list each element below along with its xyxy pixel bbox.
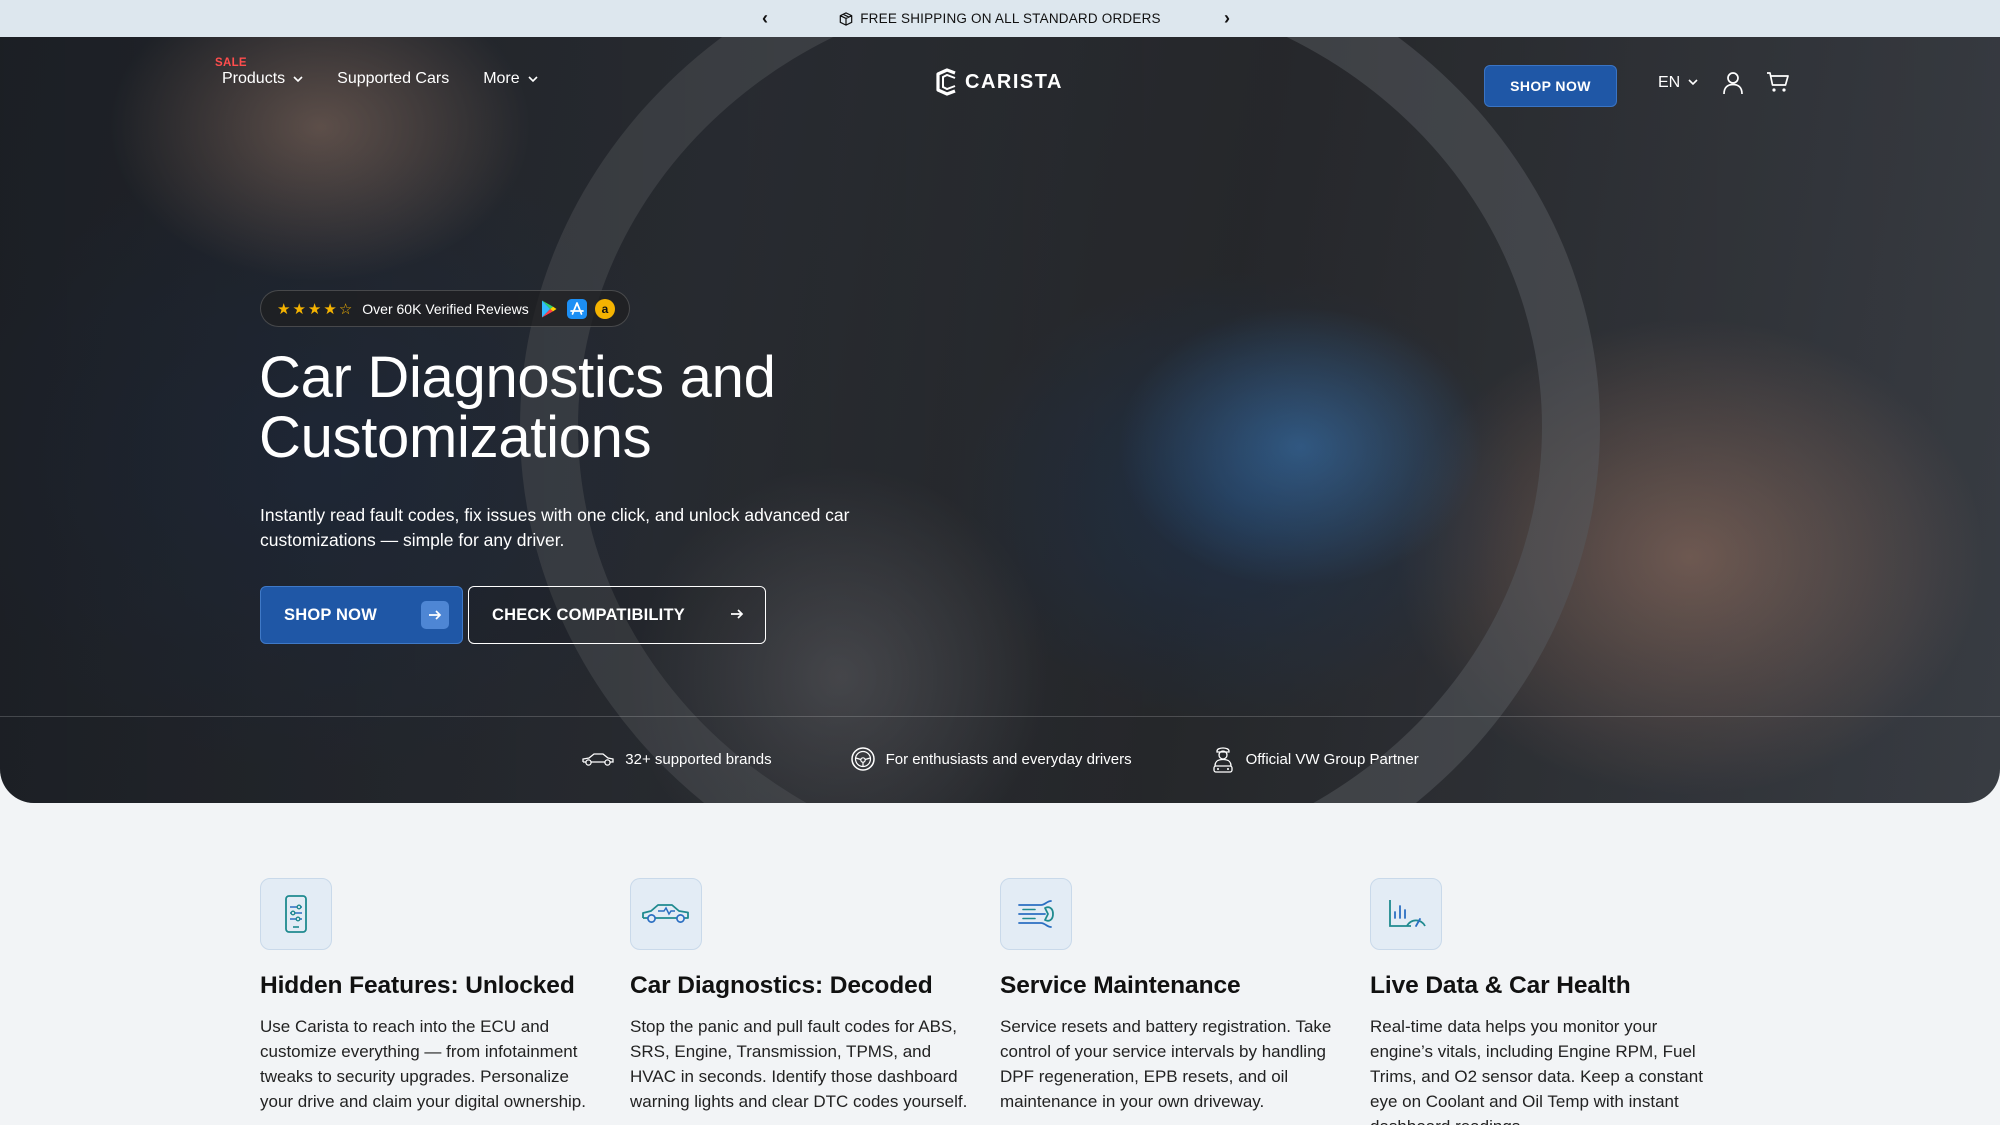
- wrench-icon: [1000, 878, 1072, 950]
- google-play-icon: [541, 300, 557, 317]
- button-label: CHECK COMPATIBILITY: [492, 605, 685, 624]
- svg-text:a: a: [601, 302, 608, 316]
- brand-logo[interactable]: CARISTA: [935, 68, 1063, 96]
- app-store-icon: [566, 298, 587, 319]
- car-diagnostics-icon: [630, 878, 702, 950]
- nav-item-supported-cars[interactable]: Supported Cars: [337, 70, 449, 88]
- feature-description: Stop the panic and pull fault codes for …: [630, 1017, 968, 1111]
- hero-divider: [0, 716, 2000, 717]
- feature-title: Service Maintenance: [1000, 972, 1241, 999]
- steering-wheel-icon: [850, 747, 875, 771]
- star-outline-icon: ☆: [338, 300, 353, 318]
- announcement-message: FREE SHIPPING ON ALL STANDARD ORDERS: [839, 11, 1161, 26]
- announcement-bar: ‹ FREE SHIPPING ON ALL STANDARD ORDERS ›: [0, 0, 2000, 37]
- chevron-down-icon: [293, 74, 303, 86]
- mechanic-icon: [1212, 747, 1233, 773]
- check-compatibility-button[interactable]: CHECK COMPATIBILITY: [468, 586, 766, 644]
- star-icon: ★: [277, 300, 291, 318]
- chevron-down-icon: [528, 74, 538, 86]
- logo-wordmark: CARISTA: [965, 70, 1063, 93]
- reviews-badge[interactable]: ★ ★ ★ ★ ☆ Over 60K Verified Reviews a: [260, 290, 630, 327]
- strip-label: 32+ supported brands: [625, 750, 772, 768]
- announcement-text: FREE SHIPPING ON ALL STANDARD ORDERS: [860, 11, 1161, 26]
- feature-description: Service resets and battery registration.…: [1000, 1017, 1332, 1111]
- car-icon: [582, 753, 614, 766]
- button-label: SHOP NOW: [284, 605, 377, 624]
- feature-card-diagnostics: Car Diagnostics: Decoded Stop the panic …: [630, 878, 1000, 1125]
- strip-item-brands: 32+ supported brands: [581, 744, 772, 774]
- language-label: EN: [1658, 74, 1681, 91]
- hero-subtitle: Instantly read fault codes, fix issues w…: [260, 505, 850, 550]
- feature-title: Live Data & Car Health: [1370, 972, 1631, 999]
- feature-card-live-data: Live Data & Car Health Real-time data he…: [1370, 878, 1740, 1125]
- strip-item-drivers: For enthusiasts and everyday drivers: [850, 744, 1132, 774]
- feature-title: Hidden Features: Unlocked: [260, 972, 575, 999]
- strip-label: For enthusiasts and everyday drivers: [885, 750, 1132, 768]
- nav-item-label: Products: [222, 70, 286, 87]
- star-icon: ★: [292, 300, 306, 318]
- cart-icon: [1767, 72, 1789, 92]
- gauge-chart-icon: [1370, 878, 1442, 950]
- feature-card-hidden-features: Hidden Features: Unlocked Use Carista to…: [260, 878, 630, 1125]
- feature-description: Use Carista to reach into the ECU and cu…: [260, 1017, 586, 1111]
- strip-label: Official VW Group Partner: [1245, 750, 1419, 768]
- main-nav: SALE Products Supported Cars More: [215, 57, 538, 88]
- header-shop-now-button[interactable]: SHOP NOW: [1484, 65, 1617, 107]
- features-section: Hidden Features: Unlocked Use Carista to…: [260, 878, 1740, 1125]
- announcement-prev-button[interactable]: ‹: [762, 8, 768, 29]
- user-icon: [1723, 72, 1743, 95]
- feature-description: Real-time data helps you monitor your en…: [1370, 1017, 1703, 1125]
- nav-item-more[interactable]: More: [483, 70, 538, 88]
- arrow-right-icon: [730, 606, 744, 625]
- box-icon: [839, 11, 853, 26]
- hero-title: Car Diagnostics and Customizations: [259, 345, 776, 470]
- language-selector[interactable]: EN: [1658, 74, 1698, 92]
- account-button[interactable]: [1722, 71, 1744, 100]
- sale-badge: SALE: [215, 57, 247, 69]
- hero-shop-now-button[interactable]: SHOP NOW: [260, 586, 463, 644]
- nav-item-products[interactable]: SALE Products: [215, 57, 303, 88]
- carista-logo-icon: [936, 68, 956, 96]
- cart-button[interactable]: [1766, 71, 1790, 98]
- announcement-next-button[interactable]: ›: [1224, 8, 1230, 29]
- star-icon: ★: [323, 300, 337, 318]
- feature-title: Car Diagnostics: Decoded: [630, 972, 933, 999]
- reviews-text: Over 60K Verified Reviews: [362, 300, 529, 317]
- hero-feature-strip: 32+ supported brands For enthusiasts and…: [0, 744, 2000, 774]
- strip-item-partner: Official VW Group Partner: [1210, 744, 1419, 774]
- store-badges: a: [539, 298, 615, 319]
- phone-settings-icon: [260, 878, 332, 950]
- star-icon: ★: [307, 300, 322, 318]
- feature-card-service: Service Maintenance Service resets and b…: [1000, 878, 1370, 1125]
- arrow-right-icon: [421, 601, 449, 629]
- rating-stars: ★ ★ ★ ★ ☆: [277, 300, 352, 318]
- nav-item-label: More: [483, 70, 520, 87]
- nav-item-label: Supported Cars: [337, 70, 450, 87]
- amazon-icon: a: [594, 298, 615, 319]
- chevron-down-icon: [1688, 77, 1698, 89]
